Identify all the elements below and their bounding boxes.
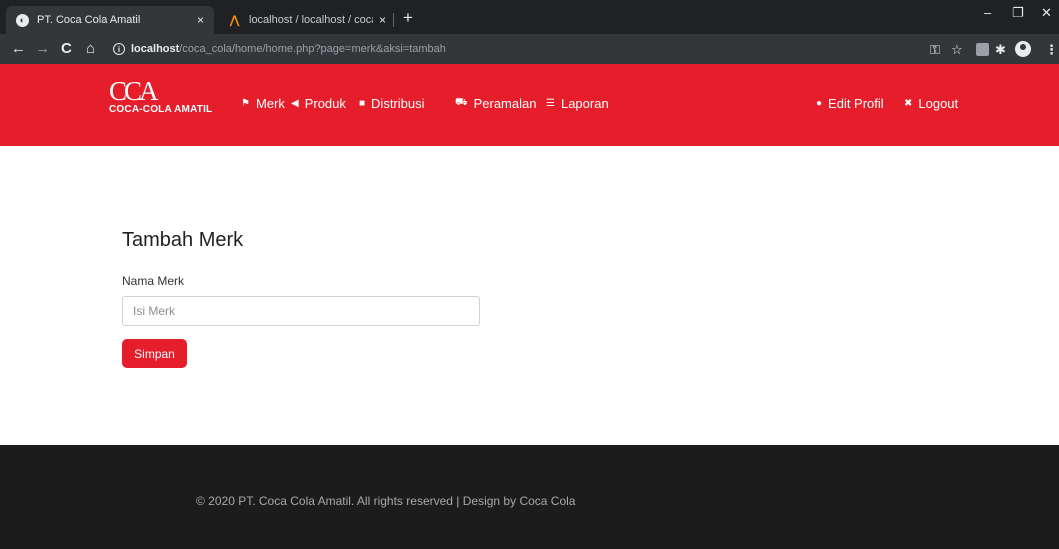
- cart-icon: ⛟: [455, 97, 468, 108]
- extensions-puzzle-icon[interactable]: ✱: [995, 42, 1006, 58]
- nav-item-peramalan[interactable]: ⛟ Peramalan: [455, 96, 536, 111]
- nav-item-label: Merk: [255, 96, 285, 111]
- address-bar[interactable]: i localhost /coca_cola/home/home.php?pag…: [113, 37, 963, 61]
- nav-item-label: Distribusi: [371, 96, 425, 111]
- browser-tab-coca-cola[interactable]: ◐ PT. Coca Cola Amatil ×: [6, 6, 214, 34]
- page-title: Tambah Merk: [122, 229, 244, 251]
- url-path: /coca_cola/home/home.php?page=merk&aksi=…: [179, 43, 446, 55]
- nav-item-logout[interactable]: ✖ Logout: [904, 96, 958, 111]
- nav-item-label: Produk: [304, 96, 346, 111]
- profile-avatar-icon[interactable]: [1015, 41, 1031, 57]
- tab-title: PT. Coca Cola Amatil: [37, 14, 141, 26]
- new-tab-button[interactable]: +: [403, 8, 413, 28]
- nama-merk-label: Nama Merk: [122, 274, 185, 288]
- url-host: localhost: [131, 43, 180, 55]
- home-button[interactable]: ⌂: [86, 40, 95, 57]
- site-navbar: CCA COCA-COLA AMATIL ⚑ Merk ◀ Produk ■ D…: [0, 64, 1059, 146]
- logo-mark: CCA: [109, 76, 159, 106]
- footer-copyright: © 2020 PT. Coca Cola Amatil. All rights …: [196, 494, 576, 508]
- browser-toolbar: ← → C ⌂ i localhost /coca_cola/home/home…: [0, 34, 1059, 64]
- close-tab-icon[interactable]: ×: [379, 13, 386, 27]
- list-icon: ☰: [546, 98, 555, 109]
- nav-item-label: Logout: [918, 96, 959, 111]
- nav-item-merk[interactable]: ⚑ Merk: [241, 96, 285, 111]
- back-button[interactable]: ←: [11, 40, 26, 57]
- bookmark-star-icon[interactable]: ☆: [951, 42, 963, 58]
- nav-item-label: Laporan: [560, 96, 609, 111]
- nav-item-label: Edit Profil: [828, 96, 884, 111]
- browser-tab-bar: ◐ PT. Coca Cola Amatil × ⋀ localhost / l…: [0, 0, 1059, 34]
- extension-icon[interactable]: [976, 43, 989, 56]
- nav-item-distribusi[interactable]: ■ Distribusi: [359, 96, 425, 111]
- bullhorn-icon: ◀: [291, 98, 299, 109]
- nav-item-laporan[interactable]: ☰ Laporan: [546, 96, 609, 111]
- globe-icon: ◐: [16, 13, 29, 27]
- nav-item-produk[interactable]: ◀ Produk: [291, 96, 346, 111]
- key-icon[interactable]: ⚿: [930, 42, 940, 58]
- site-footer: © 2020 PT. Coca Cola Amatil. All rights …: [0, 445, 1059, 549]
- tab-divider: [393, 13, 394, 27]
- site-info-icon[interactable]: i: [113, 43, 125, 55]
- tab-title: localhost / localhost / coca_cola: [249, 14, 373, 26]
- window-close-button[interactable]: ✕: [1041, 5, 1052, 21]
- logo-text: COCA-COLA AMATIL: [109, 104, 213, 115]
- nav-item-edit-profil[interactable]: ● Edit Profil: [816, 96, 884, 111]
- browser-tab-phpmyadmin[interactable]: ⋀ localhost / localhost / coca_cola ×: [218, 6, 396, 34]
- restore-button[interactable]: ❐: [1012, 5, 1024, 21]
- browser-menu-icon[interactable]: ⋮: [1045, 42, 1058, 58]
- nav-item-label: Peramalan: [473, 96, 537, 111]
- user-icon: ●: [816, 98, 823, 109]
- simpan-button[interactable]: Simpan: [122, 339, 187, 368]
- reload-button[interactable]: C: [61, 40, 72, 57]
- flag-icon: ⚑: [241, 98, 250, 109]
- close-icon: ✖: [904, 98, 913, 109]
- truck-icon: ■: [359, 98, 366, 109]
- minimize-button[interactable]: –: [984, 5, 991, 20]
- brand-logo[interactable]: CCA COCA-COLA AMATIL: [109, 76, 213, 116]
- close-tab-icon[interactable]: ×: [197, 13, 204, 27]
- nama-merk-input[interactable]: [122, 296, 480, 326]
- phpmyadmin-icon: ⋀: [229, 13, 240, 27]
- forward-button[interactable]: →: [35, 40, 50, 57]
